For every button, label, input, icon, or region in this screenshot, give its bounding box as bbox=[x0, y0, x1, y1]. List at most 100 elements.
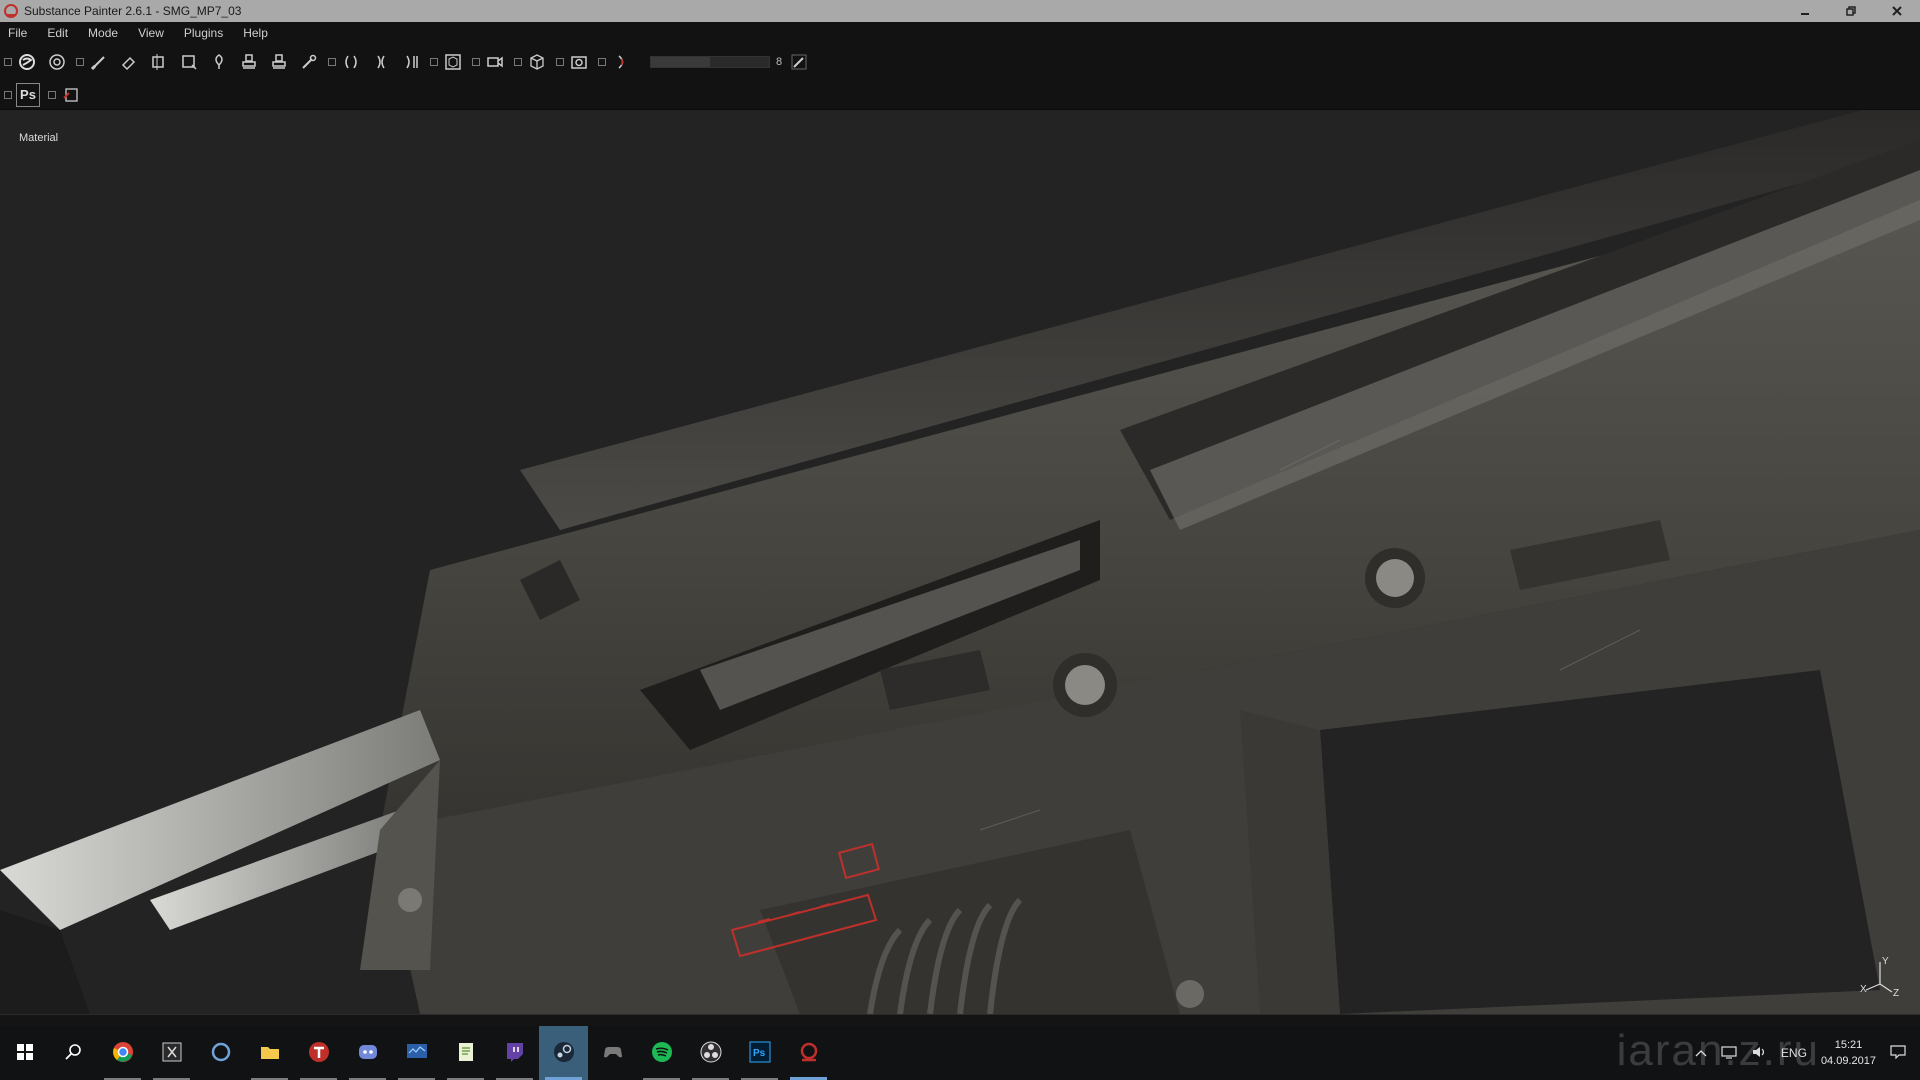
pen-edit-icon[interactable] bbox=[788, 51, 810, 73]
symmetry-x-icon[interactable] bbox=[340, 51, 362, 73]
close-icon bbox=[1892, 6, 1902, 16]
taskbar-search-button[interactable] bbox=[49, 1026, 98, 1080]
3d-viewport[interactable]: Material Y X Z bbox=[0, 110, 1920, 1014]
toolbar-popout-handle[interactable] bbox=[472, 58, 480, 66]
clone-stamp-icon[interactable] bbox=[238, 51, 260, 73]
symmetry-z-icon[interactable] bbox=[400, 51, 422, 73]
svg-text:Ps: Ps bbox=[753, 1048, 766, 1059]
monitor-app-icon bbox=[406, 1041, 428, 1066]
projection-icon[interactable] bbox=[148, 51, 170, 73]
toolbar-popout-handle[interactable] bbox=[76, 58, 84, 66]
taskbar-cortana-button[interactable] bbox=[196, 1026, 245, 1080]
steam-icon bbox=[553, 1041, 575, 1066]
volume-icon[interactable] bbox=[1751, 1045, 1767, 1062]
photoshop-export-label: Ps bbox=[20, 87, 36, 102]
taskbar-twitch-button[interactable] bbox=[490, 1026, 539, 1080]
color-picker-icon[interactable] bbox=[298, 51, 320, 73]
half-circle-icon[interactable] bbox=[610, 51, 632, 73]
obs-icon bbox=[700, 1041, 722, 1066]
language-indicator[interactable]: ENG bbox=[1781, 1046, 1807, 1060]
toolbar-popout-handle[interactable] bbox=[48, 90, 56, 99]
taskbar-gamepad-button[interactable] bbox=[588, 1026, 637, 1080]
spotify-icon bbox=[651, 1041, 673, 1066]
substance-painter-app-icon bbox=[4, 4, 18, 18]
toolbar-popout-handle[interactable] bbox=[4, 90, 12, 99]
toolbar-popout-handle[interactable] bbox=[598, 58, 606, 66]
toolbar-popout-handle[interactable] bbox=[4, 58, 12, 66]
cortana-icon bbox=[210, 1041, 232, 1066]
toolbar-popout-handle[interactable] bbox=[514, 58, 522, 66]
window-controls bbox=[1782, 0, 1920, 22]
epic-games-icon bbox=[161, 1041, 183, 1066]
toolbar-popout-handle[interactable] bbox=[328, 58, 336, 66]
chrome-icon bbox=[112, 1041, 134, 1066]
taskbar-substance-painter-button[interactable] bbox=[784, 1026, 833, 1080]
smg-model-render bbox=[0, 110, 1920, 1014]
taskbar-notepad-button[interactable] bbox=[441, 1026, 490, 1080]
title-bar: Substance Painter 2.6.1 - SMG_MP7_03 bbox=[0, 0, 1920, 22]
photoshop-export-button[interactable]: Ps bbox=[16, 82, 40, 107]
axis-x-label: X bbox=[1860, 984, 1867, 995]
tray-expand-icon[interactable] bbox=[1695, 1046, 1707, 1060]
cube-view-icon[interactable] bbox=[526, 51, 548, 73]
restore-button[interactable] bbox=[1828, 0, 1874, 22]
axis-z-label: Z bbox=[1893, 988, 1899, 996]
axis-gizmo: Y X Z bbox=[1860, 956, 1899, 996]
taskbar-monitor-app-button[interactable] bbox=[392, 1026, 441, 1080]
gamepad-icon bbox=[602, 1041, 624, 1066]
taskbar-spotify-button[interactable] bbox=[637, 1026, 686, 1080]
clock-time: 15:21 bbox=[1834, 1039, 1863, 1051]
polygon-fill-icon[interactable] bbox=[178, 51, 200, 73]
taskbar-steam-button[interactable] bbox=[539, 1026, 588, 1080]
material-picker-icon[interactable] bbox=[46, 51, 68, 73]
taskbar-epic-games-button[interactable] bbox=[147, 1026, 196, 1080]
fill-stamp-icon[interactable] bbox=[268, 51, 290, 73]
minimize-icon bbox=[1801, 13, 1809, 15]
menu-view[interactable]: View bbox=[138, 26, 164, 40]
file-explorer-icon bbox=[259, 1041, 281, 1066]
taskbar-photoshop-button[interactable]: Ps bbox=[735, 1026, 784, 1080]
close-button[interactable] bbox=[1874, 0, 1920, 22]
menu-help[interactable]: Help bbox=[243, 26, 268, 40]
restore-icon bbox=[1846, 6, 1856, 16]
menu-edit[interactable]: Edit bbox=[47, 26, 68, 40]
toolbar-popout-handle[interactable] bbox=[556, 58, 564, 66]
brush-size-slider[interactable] bbox=[650, 56, 770, 68]
t-app-icon bbox=[308, 1041, 330, 1066]
minimize-button[interactable] bbox=[1782, 0, 1828, 22]
notifications-icon[interactable] bbox=[1890, 1044, 1906, 1062]
paint-brush-icon[interactable] bbox=[88, 51, 110, 73]
camera-perspective-icon[interactable] bbox=[442, 51, 464, 73]
taskbar-windows-start-button[interactable] bbox=[0, 1026, 49, 1080]
taskbar-discord-button[interactable] bbox=[343, 1026, 392, 1080]
tools-toolbar: 8 bbox=[0, 44, 1920, 80]
twitch-icon bbox=[504, 1041, 526, 1066]
substance-painter-icon bbox=[798, 1041, 820, 1066]
taskbar-obs-button[interactable] bbox=[686, 1026, 735, 1080]
symmetry-y-icon[interactable] bbox=[370, 51, 392, 73]
network-icon[interactable] bbox=[1721, 1045, 1737, 1062]
camera-video-icon[interactable] bbox=[484, 51, 506, 73]
menu-plugins[interactable]: Plugins bbox=[184, 26, 223, 40]
taskbar-file-explorer-button[interactable] bbox=[245, 1026, 294, 1080]
clock[interactable]: 15:21 04.09.2017 bbox=[1821, 1037, 1876, 1069]
menu-file[interactable]: File bbox=[8, 26, 27, 40]
search-icon bbox=[64, 1043, 83, 1064]
screenshot-icon[interactable] bbox=[568, 51, 590, 73]
export-document-icon[interactable] bbox=[60, 84, 82, 106]
window-title: Substance Painter 2.6.1 - SMG_MP7_03 bbox=[24, 4, 242, 18]
windows-start-icon bbox=[16, 1043, 34, 1064]
clock-date: 04.09.2017 bbox=[1820, 1055, 1876, 1067]
smudge-icon[interactable] bbox=[208, 51, 230, 73]
toolbar-popout-handle[interactable] bbox=[430, 58, 438, 66]
menu-mode[interactable]: Mode bbox=[88, 26, 118, 40]
taskbar-chrome-button[interactable] bbox=[98, 1026, 147, 1080]
photoshop-icon: Ps bbox=[749, 1041, 771, 1066]
viewport-mode-label: Material bbox=[19, 132, 59, 144]
slider-value: 8 bbox=[776, 56, 783, 68]
windows-taskbar: Ps iaran.z.ru ENG 15:21 04.09.2017 bbox=[0, 1026, 1920, 1080]
eraser-icon[interactable] bbox=[118, 51, 140, 73]
substance-logo-icon[interactable] bbox=[16, 51, 38, 73]
taskbar-t-app-button[interactable] bbox=[294, 1026, 343, 1080]
slider-fill bbox=[651, 57, 710, 67]
